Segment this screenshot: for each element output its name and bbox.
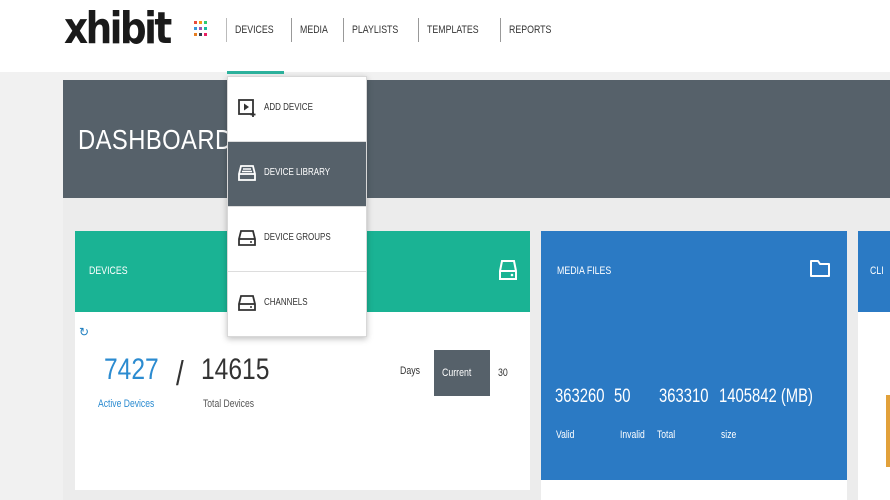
top-bar: xhibit DEVICES MEDIA PLAYLISTS TEMPLATES…: [0, 0, 890, 72]
menu-item-device-library[interactable]: DEVICE LIBRARY: [228, 142, 366, 207]
media-valid-count: 363260: [555, 386, 605, 407]
nav-playlists[interactable]: PLAYLISTS: [343, 18, 418, 42]
active-devices-count[interactable]: 7427: [104, 354, 171, 386]
media-size-label: size: [721, 429, 737, 441]
menu-item-label: CHANNELS: [264, 297, 308, 308]
days-label: Days: [400, 365, 421, 377]
active-devices-label[interactable]: Active Devices: [98, 398, 170, 410]
nav-templates[interactable]: TEMPLATES: [418, 18, 500, 42]
device-groups-icon: [238, 230, 256, 246]
add-device-icon: [238, 99, 256, 117]
third-card-title: CLI: [870, 265, 884, 277]
nav-devices[interactable]: DEVICES: [226, 18, 291, 42]
nav-media[interactable]: MEDIA: [291, 18, 343, 42]
menu-item-label: ADD DEVICE: [264, 102, 313, 113]
nav-reports[interactable]: REPORTS: [499, 18, 570, 42]
menu-item-add-device[interactable]: ADD DEVICE: [228, 77, 366, 142]
device-library-icon: [238, 165, 256, 181]
total-devices-count: 14615: [201, 353, 270, 386]
menu-item-label: DEVICE GROUPS: [264, 232, 331, 243]
refresh-icon[interactable]: ↻: [79, 325, 89, 339]
devices-card-title: DEVICES: [89, 265, 128, 277]
devices-dropdown-menu: ADD DEVICE DEVICE LIBRARY DEVICE GROUPS …: [227, 76, 367, 337]
menu-item-device-groups[interactable]: DEVICE GROUPS: [228, 207, 366, 272]
hard-drive-icon: [499, 260, 517, 280]
nav-active-indicator: [227, 71, 284, 74]
main-nav: DEVICES MEDIA PLAYLISTS TEMPLATES REPORT…: [226, 18, 570, 42]
media-size-value: 1405842 (MB): [719, 386, 813, 407]
third-card-accent: [886, 395, 890, 467]
channels-icon: [238, 295, 256, 311]
count-separator: /: [176, 355, 184, 393]
range-current-button[interactable]: Current: [434, 350, 490, 396]
total-devices-label: Total Devices: [203, 398, 255, 410]
media-card-title: MEDIA FILES: [557, 265, 612, 277]
media-total-count: 363310: [659, 386, 709, 407]
media-invalid-count: 50: [614, 386, 631, 407]
brand-logo[interactable]: xhibit: [64, 4, 172, 54]
folder-icon: [810, 260, 830, 277]
media-invalid-label: Invalid: [620, 429, 645, 441]
media-card-footer: [541, 480, 847, 500]
media-files-card: MEDIA FILES 363260 50 363310 1405842 (MB…: [541, 231, 847, 480]
third-card-header: CLI: [858, 231, 890, 312]
apps-grid-icon[interactable]: [194, 21, 208, 37]
menu-item-label: DEVICE LIBRARY: [264, 167, 331, 178]
media-valid-label: Valid: [556, 429, 575, 441]
range-30-button[interactable]: 30: [490, 350, 518, 396]
media-total-label: Total: [657, 429, 676, 441]
menu-item-channels[interactable]: CHANNELS: [228, 272, 366, 337]
